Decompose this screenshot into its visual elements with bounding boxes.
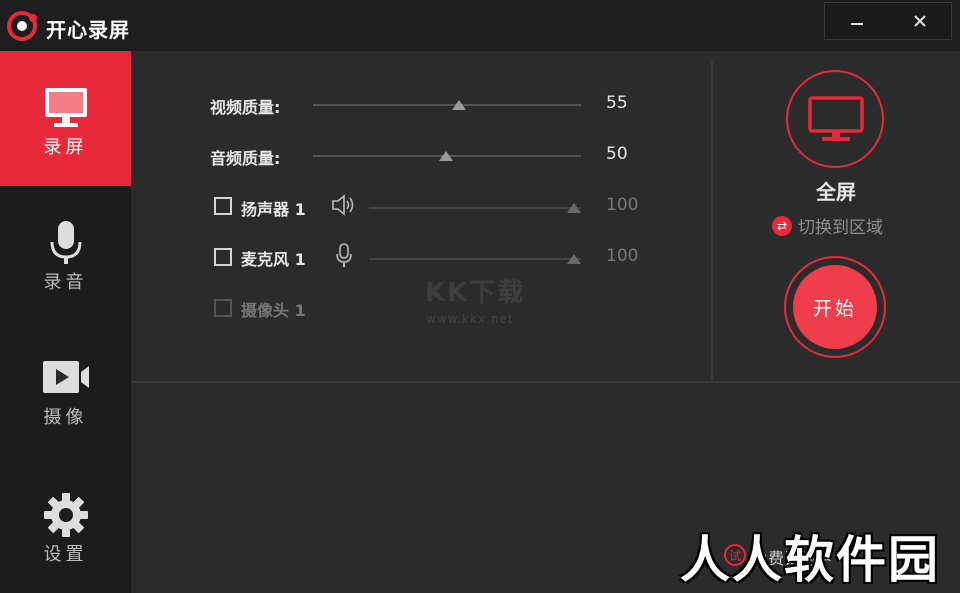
start-button-label: 开始	[793, 265, 877, 349]
audio-quality-slider-thumb[interactable]	[439, 151, 453, 161]
app-title: 开心录屏	[46, 18, 130, 42]
microphone-checkbox[interactable]	[214, 248, 232, 266]
close-button[interactable]	[888, 3, 951, 39]
capture-mode-label: 全屏	[816, 180, 856, 204]
audio-quality-value: 50	[606, 144, 628, 164]
video-camera-icon	[43, 361, 89, 393]
gear-icon	[44, 493, 88, 537]
sidebar-item-label: 录屏	[43, 137, 88, 158]
sidebar-item-label: 设置	[43, 544, 88, 565]
speaker-volume-slider-track[interactable]	[369, 207, 581, 209]
microphone-small-icon	[336, 243, 352, 267]
sidebar-item-label: 录音	[43, 272, 88, 293]
video-quality-value: 55	[606, 93, 628, 113]
switch-to-region-label: 切换到区域	[798, 218, 883, 238]
horizontal-divider	[131, 381, 960, 383]
minimize-icon	[850, 23, 863, 25]
capture-mode-button[interactable]	[786, 70, 884, 168]
window-controls	[824, 2, 952, 40]
brand-watermark: 人人软件园	[680, 531, 940, 589]
close-icon	[913, 15, 926, 27]
monitor-outline-icon	[808, 96, 864, 141]
sidebar: 录屏 录音 摄像 设置	[0, 51, 131, 593]
audio-quality-label: 音频质量:	[210, 149, 281, 168]
sidebar-item-settings[interactable]: 设置	[0, 458, 131, 593]
sidebar-item-record-audio[interactable]: 录音	[0, 186, 131, 321]
video-quality-label: 视频质量:	[210, 98, 281, 117]
video-quality-slider-thumb[interactable]	[452, 100, 466, 110]
monitor-icon	[45, 88, 87, 127]
vertical-divider	[711, 62, 713, 380]
microphone-volume-slider-thumb[interactable]	[567, 254, 581, 264]
title-bar: 开心录屏	[0, 0, 960, 51]
app-logo-icon	[7, 11, 37, 41]
speaker-label: 扬声器 1	[241, 200, 306, 219]
app-window: 开心录屏 录屏 录音 摄像 设置 视频质量: 55 音频质量: 50 扬声器 1…	[0, 0, 960, 593]
swap-icon: ⇄	[772, 215, 792, 236]
camera-label: 摄像头 1	[241, 301, 306, 320]
minimize-button[interactable]	[825, 3, 888, 39]
microphone-icon	[50, 221, 82, 264]
sidebar-item-record-camera[interactable]: 摄像	[0, 321, 131, 456]
kk-watermark: KK下载	[425, 278, 526, 308]
sidebar-item-record-screen[interactable]: 录屏	[0, 51, 131, 186]
start-button[interactable]: 开始	[784, 256, 886, 358]
sidebar-item-label: 摄像	[43, 407, 88, 428]
camera-checkbox[interactable]	[214, 299, 232, 317]
kk-watermark-url: www.kkx.net	[426, 312, 514, 326]
microphone-volume-slider-track[interactable]	[369, 258, 581, 260]
switch-to-region-link[interactable]: ⇄ 切换到区域	[772, 213, 883, 238]
microphone-volume-value: 100	[606, 246, 639, 266]
microphone-label: 麦克风 1	[241, 250, 306, 269]
video-quality-slider-track[interactable]	[313, 104, 581, 106]
speaker-checkbox[interactable]	[214, 197, 232, 215]
speaker-volume-slider-thumb[interactable]	[567, 203, 581, 213]
speaker-volume-value: 100	[606, 195, 639, 215]
speaker-icon	[332, 194, 354, 216]
